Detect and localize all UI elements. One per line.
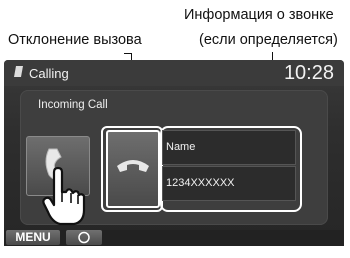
home-icon [66, 231, 102, 249]
caller-name-field: Name [162, 130, 296, 165]
hand-pointer-icon [38, 166, 90, 233]
screen-title: Calling [29, 66, 69, 81]
menu-button[interactable]: MENU [6, 230, 60, 245]
caller-number-field: 1234XXXXXX [162, 166, 296, 201]
title-bar: Calling 10:28 [4, 60, 344, 86]
caller-number: 1234XXXXXX [166, 177, 235, 189]
caller-name: Name [166, 141, 196, 153]
reject-call-caption: Отклонение вызова [8, 32, 142, 48]
phone-screen: Calling 10:28 Incoming Call Name 1234XXX [4, 60, 344, 246]
home-button[interactable] [66, 230, 102, 245]
phone-note-icon [13, 65, 25, 84]
clock: 10:28 [283, 62, 334, 84]
caller-info-caption-line2: (если определяется) [199, 32, 338, 48]
reject-leader-horizontal [124, 53, 132, 54]
incoming-call-label: Incoming Call [38, 99, 108, 111]
caller-info-caption-line1: Информация о звонке [184, 7, 334, 23]
reject-highlight-frame [101, 126, 163, 212]
